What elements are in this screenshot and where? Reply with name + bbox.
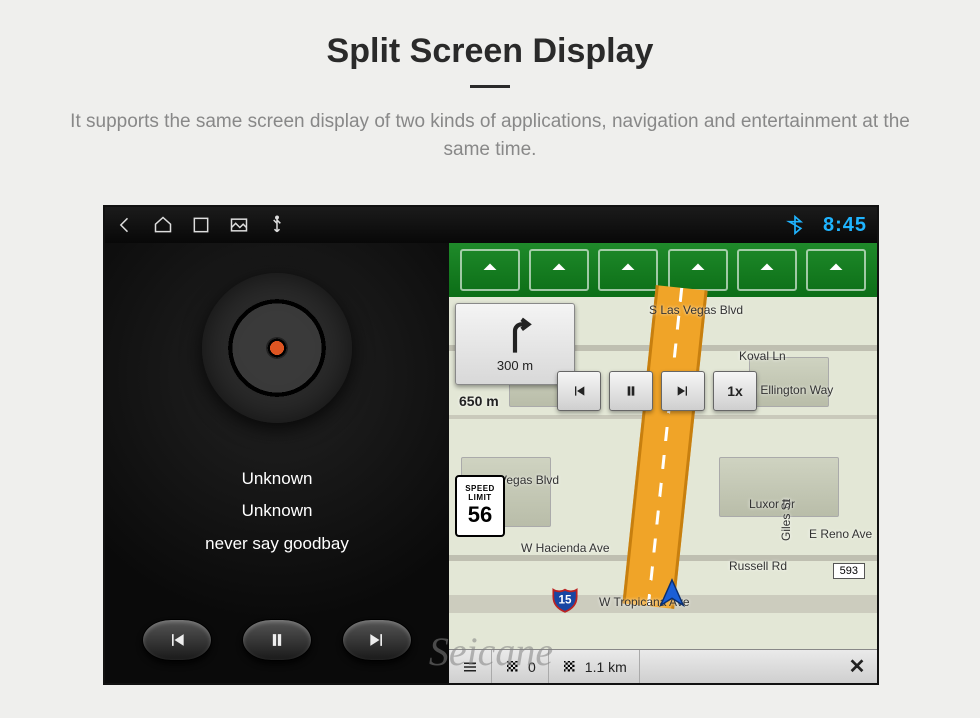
sim-speed-button[interactable]: 1x [713,371,757,411]
track-album: never say goodbay [205,528,349,560]
lane-arrow [806,249,866,291]
prev-track-button[interactable] [142,619,212,661]
album-disc [202,273,352,423]
remaining-distance: 650 m [459,393,499,409]
nav-bottom-bar: 0 1.1 km ✕ [449,649,877,683]
gps-cursor-icon [655,577,689,611]
usb-icon[interactable] [267,215,287,235]
street-label: Koval Ln [739,349,786,363]
status-bar: 8:45 [105,207,877,243]
street-number-chip: 593 [833,563,865,579]
title-underline [470,85,510,88]
play-pause-button[interactable] [242,619,312,661]
page-subtitle: It supports the same screen display of t… [50,108,930,163]
lane-arrow [529,249,589,291]
eta-distance[interactable]: 1.1 km [549,650,640,683]
lane-arrow [737,249,797,291]
svg-text:15: 15 [559,594,572,607]
track-artist: Unknown [205,495,349,527]
waypoint-count[interactable]: 0 [492,650,549,683]
speed-limit-value: 56 [468,502,492,528]
turn-distance: 300 m [497,358,533,373]
gallery-icon[interactable] [229,215,249,235]
track-title: Unknown [205,463,349,495]
page-title: Split Screen Display [0,0,980,71]
sim-next-button[interactable] [661,371,705,411]
back-icon[interactable] [115,215,135,235]
speed-limit-sign: SPEED LIMIT 56 [455,475,505,537]
next-track-button[interactable] [342,619,412,661]
sim-controls: 1x [557,371,757,411]
home-icon[interactable] [153,215,173,235]
menu-button[interactable] [449,650,492,683]
street-label: S Las Vegas Blvd [649,303,743,317]
media-player-pane: Unknown Unknown never say goodbay [105,243,449,683]
interstate-shield-icon: 15 [551,585,579,613]
navigation-pane: S Las Vegas Blvd Koval Ln Duke Ellington… [449,243,877,683]
clock: 8:45 [823,214,867,237]
street-label: Vegas Blvd [499,473,559,487]
lane-arrow [668,249,728,291]
street-label: W Hacienda Ave [521,541,610,555]
street-label: E Reno Ave [809,527,872,541]
street-label: Giles St [779,499,793,541]
sim-pause-button[interactable] [609,371,653,411]
sim-prev-button[interactable] [557,371,601,411]
street-label: Russell Rd [729,559,787,573]
device-frame: 8:45 Unknown Unknown never say goodbay [103,205,879,685]
lane-arrow [598,249,658,291]
close-button[interactable]: ✕ [837,654,877,679]
lane-arrow [460,249,520,291]
bluetooth-icon [785,215,805,235]
recent-apps-icon[interactable] [191,215,211,235]
